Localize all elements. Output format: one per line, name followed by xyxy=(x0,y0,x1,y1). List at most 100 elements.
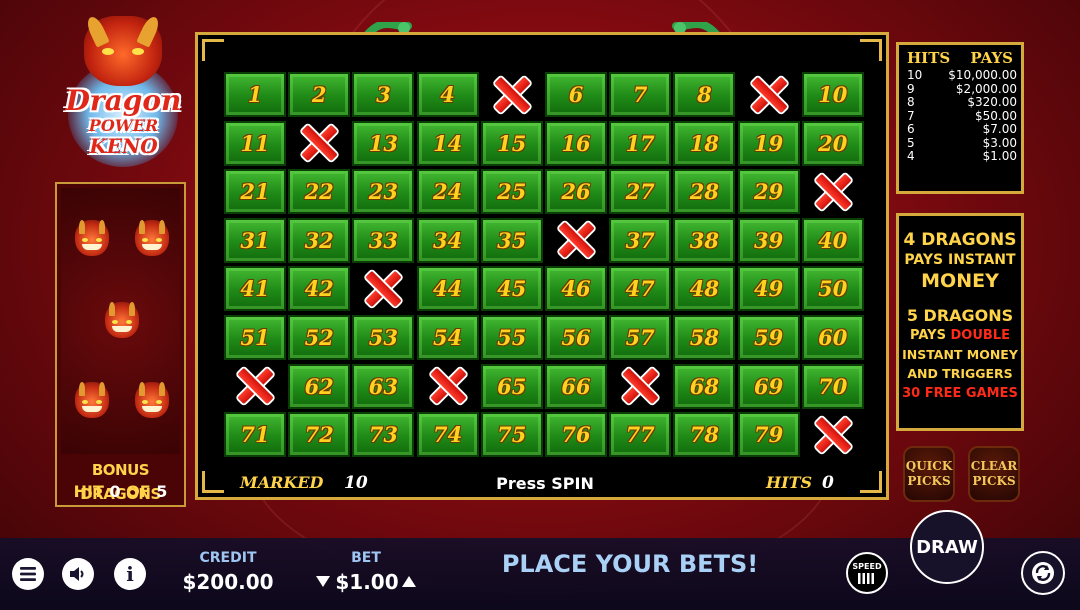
keno-cell-number: 47 xyxy=(625,276,655,302)
keno-cell[interactable]: 70 xyxy=(801,363,864,409)
keno-cell[interactable]: 46 xyxy=(545,266,607,312)
keno-cell[interactable]: 1 xyxy=(224,72,286,117)
keno-cell[interactable]: 38 xyxy=(673,217,736,263)
keno-cell[interactable]: 16 xyxy=(545,120,607,166)
keno-cell-marked[interactable] xyxy=(480,72,543,117)
keno-cell[interactable]: 13 xyxy=(352,120,415,166)
keno-cell-marked[interactable] xyxy=(801,169,864,215)
keno-cell[interactable]: 3 xyxy=(352,72,415,117)
draw-button[interactable]: DRAW xyxy=(910,510,984,584)
keno-cell[interactable]: 65 xyxy=(480,363,543,409)
keno-cell-marked[interactable] xyxy=(416,363,479,409)
speed-button[interactable]: SPEED xyxy=(846,552,888,594)
keno-cell[interactable]: 45 xyxy=(480,266,543,312)
promo-double-text: DOUBLE xyxy=(950,328,1010,343)
keno-cell[interactable]: 29 xyxy=(737,169,800,215)
keno-cell[interactable]: 74 xyxy=(416,412,479,458)
keno-cell[interactable]: 25 xyxy=(480,169,543,215)
keno-cell[interactable]: 19 xyxy=(737,120,800,166)
bet-increase-button[interactable] xyxy=(402,576,416,587)
keno-cell-marked[interactable] xyxy=(545,217,607,263)
keno-cell[interactable]: 24 xyxy=(416,169,479,215)
keno-cell-marked[interactable] xyxy=(609,363,672,409)
keno-cell-marked[interactable] xyxy=(224,363,286,409)
keno-cell-marked[interactable] xyxy=(801,412,864,458)
keno-cell-marked[interactable] xyxy=(737,72,800,117)
keno-cell[interactable]: 71 xyxy=(224,412,286,458)
keno-cell[interactable]: 57 xyxy=(609,315,672,360)
keno-cell[interactable]: 63 xyxy=(352,363,415,409)
bet-decrease-button[interactable] xyxy=(316,576,330,587)
keno-cell[interactable]: 51 xyxy=(224,315,286,360)
keno-cell[interactable]: 79 xyxy=(737,412,800,458)
keno-cell[interactable]: 15 xyxy=(480,120,543,166)
keno-cell[interactable]: 27 xyxy=(609,169,672,215)
x-mark-icon xyxy=(493,76,531,114)
keno-cell[interactable]: 22 xyxy=(288,169,351,215)
keno-cell[interactable]: 44 xyxy=(416,266,479,312)
keno-cell[interactable]: 56 xyxy=(545,315,607,360)
keno-cell[interactable]: 7 xyxy=(609,72,672,117)
keno-cell[interactable]: 75 xyxy=(480,412,543,458)
menu-button[interactable] xyxy=(12,558,44,590)
frame-corner xyxy=(202,39,224,61)
keno-cell[interactable]: 69 xyxy=(737,363,800,409)
keno-cell[interactable]: 4 xyxy=(416,72,479,117)
keno-cell[interactable]: 2 xyxy=(288,72,351,117)
bonus-dragon-icon xyxy=(97,296,147,346)
keno-cell[interactable]: 68 xyxy=(673,363,736,409)
keno-cell[interactable]: 41 xyxy=(224,266,286,312)
keno-cell[interactable]: 8 xyxy=(673,72,736,117)
keno-cell[interactable]: 21 xyxy=(224,169,286,215)
keno-cell[interactable]: 76 xyxy=(545,412,607,458)
keno-cell[interactable]: 59 xyxy=(737,315,800,360)
info-button[interactable]: i xyxy=(114,558,146,590)
clear-picks-button[interactable]: CLEAR PICKS xyxy=(968,446,1020,502)
keno-cell[interactable]: 32 xyxy=(288,217,351,263)
keno-cell-number: 40 xyxy=(818,227,848,253)
keno-cell[interactable]: 72 xyxy=(288,412,351,458)
quick-picks-button[interactable]: QUICK PICKS xyxy=(903,446,955,502)
keno-cell-marked[interactable] xyxy=(288,120,351,166)
keno-cell[interactable]: 77 xyxy=(609,412,672,458)
keno-cell[interactable]: 14 xyxy=(416,120,479,166)
keno-cell[interactable]: 62 xyxy=(288,363,351,409)
keno-cell[interactable]: 17 xyxy=(609,120,672,166)
keno-cell[interactable]: 28 xyxy=(673,169,736,215)
keno-cell[interactable]: 54 xyxy=(416,315,479,360)
keno-cell[interactable]: 23 xyxy=(352,169,415,215)
keno-cell[interactable]: 20 xyxy=(801,120,864,166)
keno-cell[interactable]: 53 xyxy=(352,315,415,360)
keno-cell[interactable]: 60 xyxy=(801,315,864,360)
keno-cell[interactable]: 31 xyxy=(224,217,286,263)
keno-cell[interactable]: 50 xyxy=(801,266,864,312)
keno-cell[interactable]: 18 xyxy=(673,120,736,166)
keno-cell[interactable]: 11 xyxy=(224,120,286,166)
keno-cell[interactable]: 66 xyxy=(545,363,607,409)
keno-cell[interactable]: 39 xyxy=(737,217,800,263)
keno-cell[interactable]: 40 xyxy=(801,217,864,263)
keno-cell[interactable]: 34 xyxy=(416,217,479,263)
hits-count: 0 xyxy=(822,473,834,493)
autoplay-button[interactable] xyxy=(1021,551,1065,595)
keno-cell[interactable]: 10 xyxy=(801,72,864,117)
keno-cell[interactable]: 6 xyxy=(545,72,607,117)
keno-cell[interactable]: 73 xyxy=(352,412,415,458)
keno-cell[interactable]: 35 xyxy=(480,217,543,263)
keno-cell-number: 10 xyxy=(818,82,848,107)
keno-cell[interactable]: 49 xyxy=(737,266,800,312)
keno-cell[interactable]: 58 xyxy=(673,315,736,360)
keno-cell[interactable]: 42 xyxy=(288,266,351,312)
keno-cell[interactable]: 55 xyxy=(480,315,543,360)
sound-button[interactable] xyxy=(62,558,94,590)
keno-cell[interactable]: 33 xyxy=(352,217,415,263)
keno-cell[interactable]: 48 xyxy=(673,266,736,312)
keno-cell[interactable]: 78 xyxy=(673,412,736,458)
keno-cell[interactable]: 26 xyxy=(545,169,607,215)
keno-cell[interactable]: 47 xyxy=(609,266,672,312)
keno-cell[interactable]: 52 xyxy=(288,315,351,360)
promo-line-5: PAYS DOUBLE xyxy=(899,328,1021,343)
keno-cell[interactable]: 37 xyxy=(609,217,672,263)
logo-word-power: POWER xyxy=(88,116,159,135)
keno-cell-marked[interactable] xyxy=(352,266,415,312)
